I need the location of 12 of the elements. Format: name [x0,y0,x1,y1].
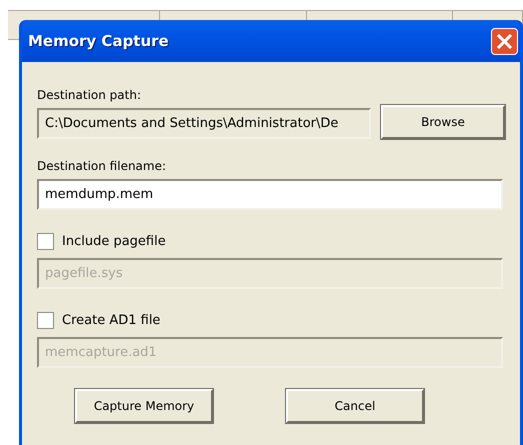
window-title: Memory Capture [28,32,169,50]
close-button[interactable] [491,28,518,54]
cancel-button[interactable]: Cancel [286,389,424,423]
checkbox-label: Include pagefile [62,234,166,249]
field-label: Destination filename: [37,159,168,173]
checkbox[interactable] [37,233,54,250]
field-label: Destination path: [37,88,142,102]
checkbox[interactable] [37,312,54,329]
capture-button[interactable]: Capture Memory [75,389,213,423]
close-icon [496,32,513,50]
filename-field[interactable]: memdump.mem [37,179,503,210]
checkbox-label: Create AD1 file [62,313,160,328]
